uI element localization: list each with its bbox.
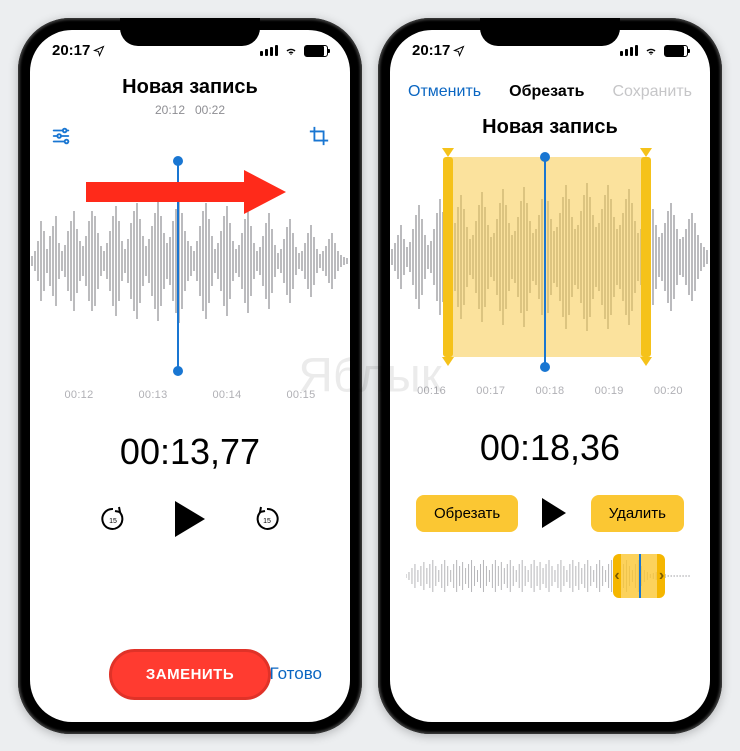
- delete-button[interactable]: Удалить: [591, 495, 684, 532]
- trim-handle-right[interactable]: [641, 157, 651, 357]
- svg-text:15: 15: [109, 518, 117, 525]
- recording-duration: 00:22: [195, 103, 225, 117]
- replace-button[interactable]: ЗАМЕНИТЬ: [109, 649, 271, 700]
- battery-icon: [664, 45, 688, 57]
- cancel-button[interactable]: Отменить: [408, 83, 481, 101]
- time-ticks: 00:1600:1700:1800:1900:20: [390, 385, 710, 397]
- waveform-area[interactable]: 00:1600:1700:1800:1900:20: [390, 157, 710, 401]
- wifi-icon: [643, 45, 659, 57]
- location-icon: [93, 45, 105, 57]
- crop-icon[interactable]: [308, 125, 330, 147]
- mini-selection[interactable]: [613, 554, 665, 598]
- recording-title: Новая запись: [390, 116, 710, 139]
- status-time: 20:17: [52, 42, 90, 59]
- forward-15-button[interactable]: 15: [253, 505, 281, 533]
- rewind-15-button[interactable]: 15: [99, 505, 127, 533]
- battery-icon: [304, 45, 328, 57]
- mini-waveform[interactable]: [406, 554, 694, 598]
- done-button[interactable]: Готово: [270, 664, 323, 684]
- play-button[interactable]: [175, 501, 205, 537]
- wifi-icon: [283, 45, 299, 57]
- phone-right: 20:17 Отменить Обрезать Сохранить Новая …: [378, 18, 722, 734]
- recording-title: Новая запись: [30, 76, 350, 99]
- play-button[interactable]: [542, 498, 566, 528]
- phone-left: 20:17 Новая запись 20:12 00:22: [18, 18, 362, 734]
- svg-text:15: 15: [263, 518, 271, 525]
- location-icon: [453, 45, 465, 57]
- annotation-arrow: [86, 170, 286, 214]
- time-ticks: 00:1200:1300:1400:15: [30, 389, 350, 401]
- playhead[interactable]: [544, 157, 546, 367]
- settings-sliders-icon[interactable]: [50, 125, 72, 147]
- cellular-icon: [260, 45, 278, 56]
- trim-handle-left[interactable]: [443, 157, 453, 357]
- notch: [120, 18, 260, 46]
- current-time: 00:13,77: [30, 431, 350, 473]
- status-time: 20:17: [412, 42, 450, 59]
- recording-timestamp: 20:12: [155, 103, 185, 117]
- current-time: 00:18,36: [390, 427, 710, 469]
- save-button: Сохранить: [612, 83, 692, 101]
- nav-title: Обрезать: [509, 83, 584, 101]
- trim-selection: [448, 157, 646, 357]
- cellular-icon: [620, 45, 638, 56]
- notch: [480, 18, 620, 46]
- trim-button[interactable]: Обрезать: [416, 495, 518, 532]
